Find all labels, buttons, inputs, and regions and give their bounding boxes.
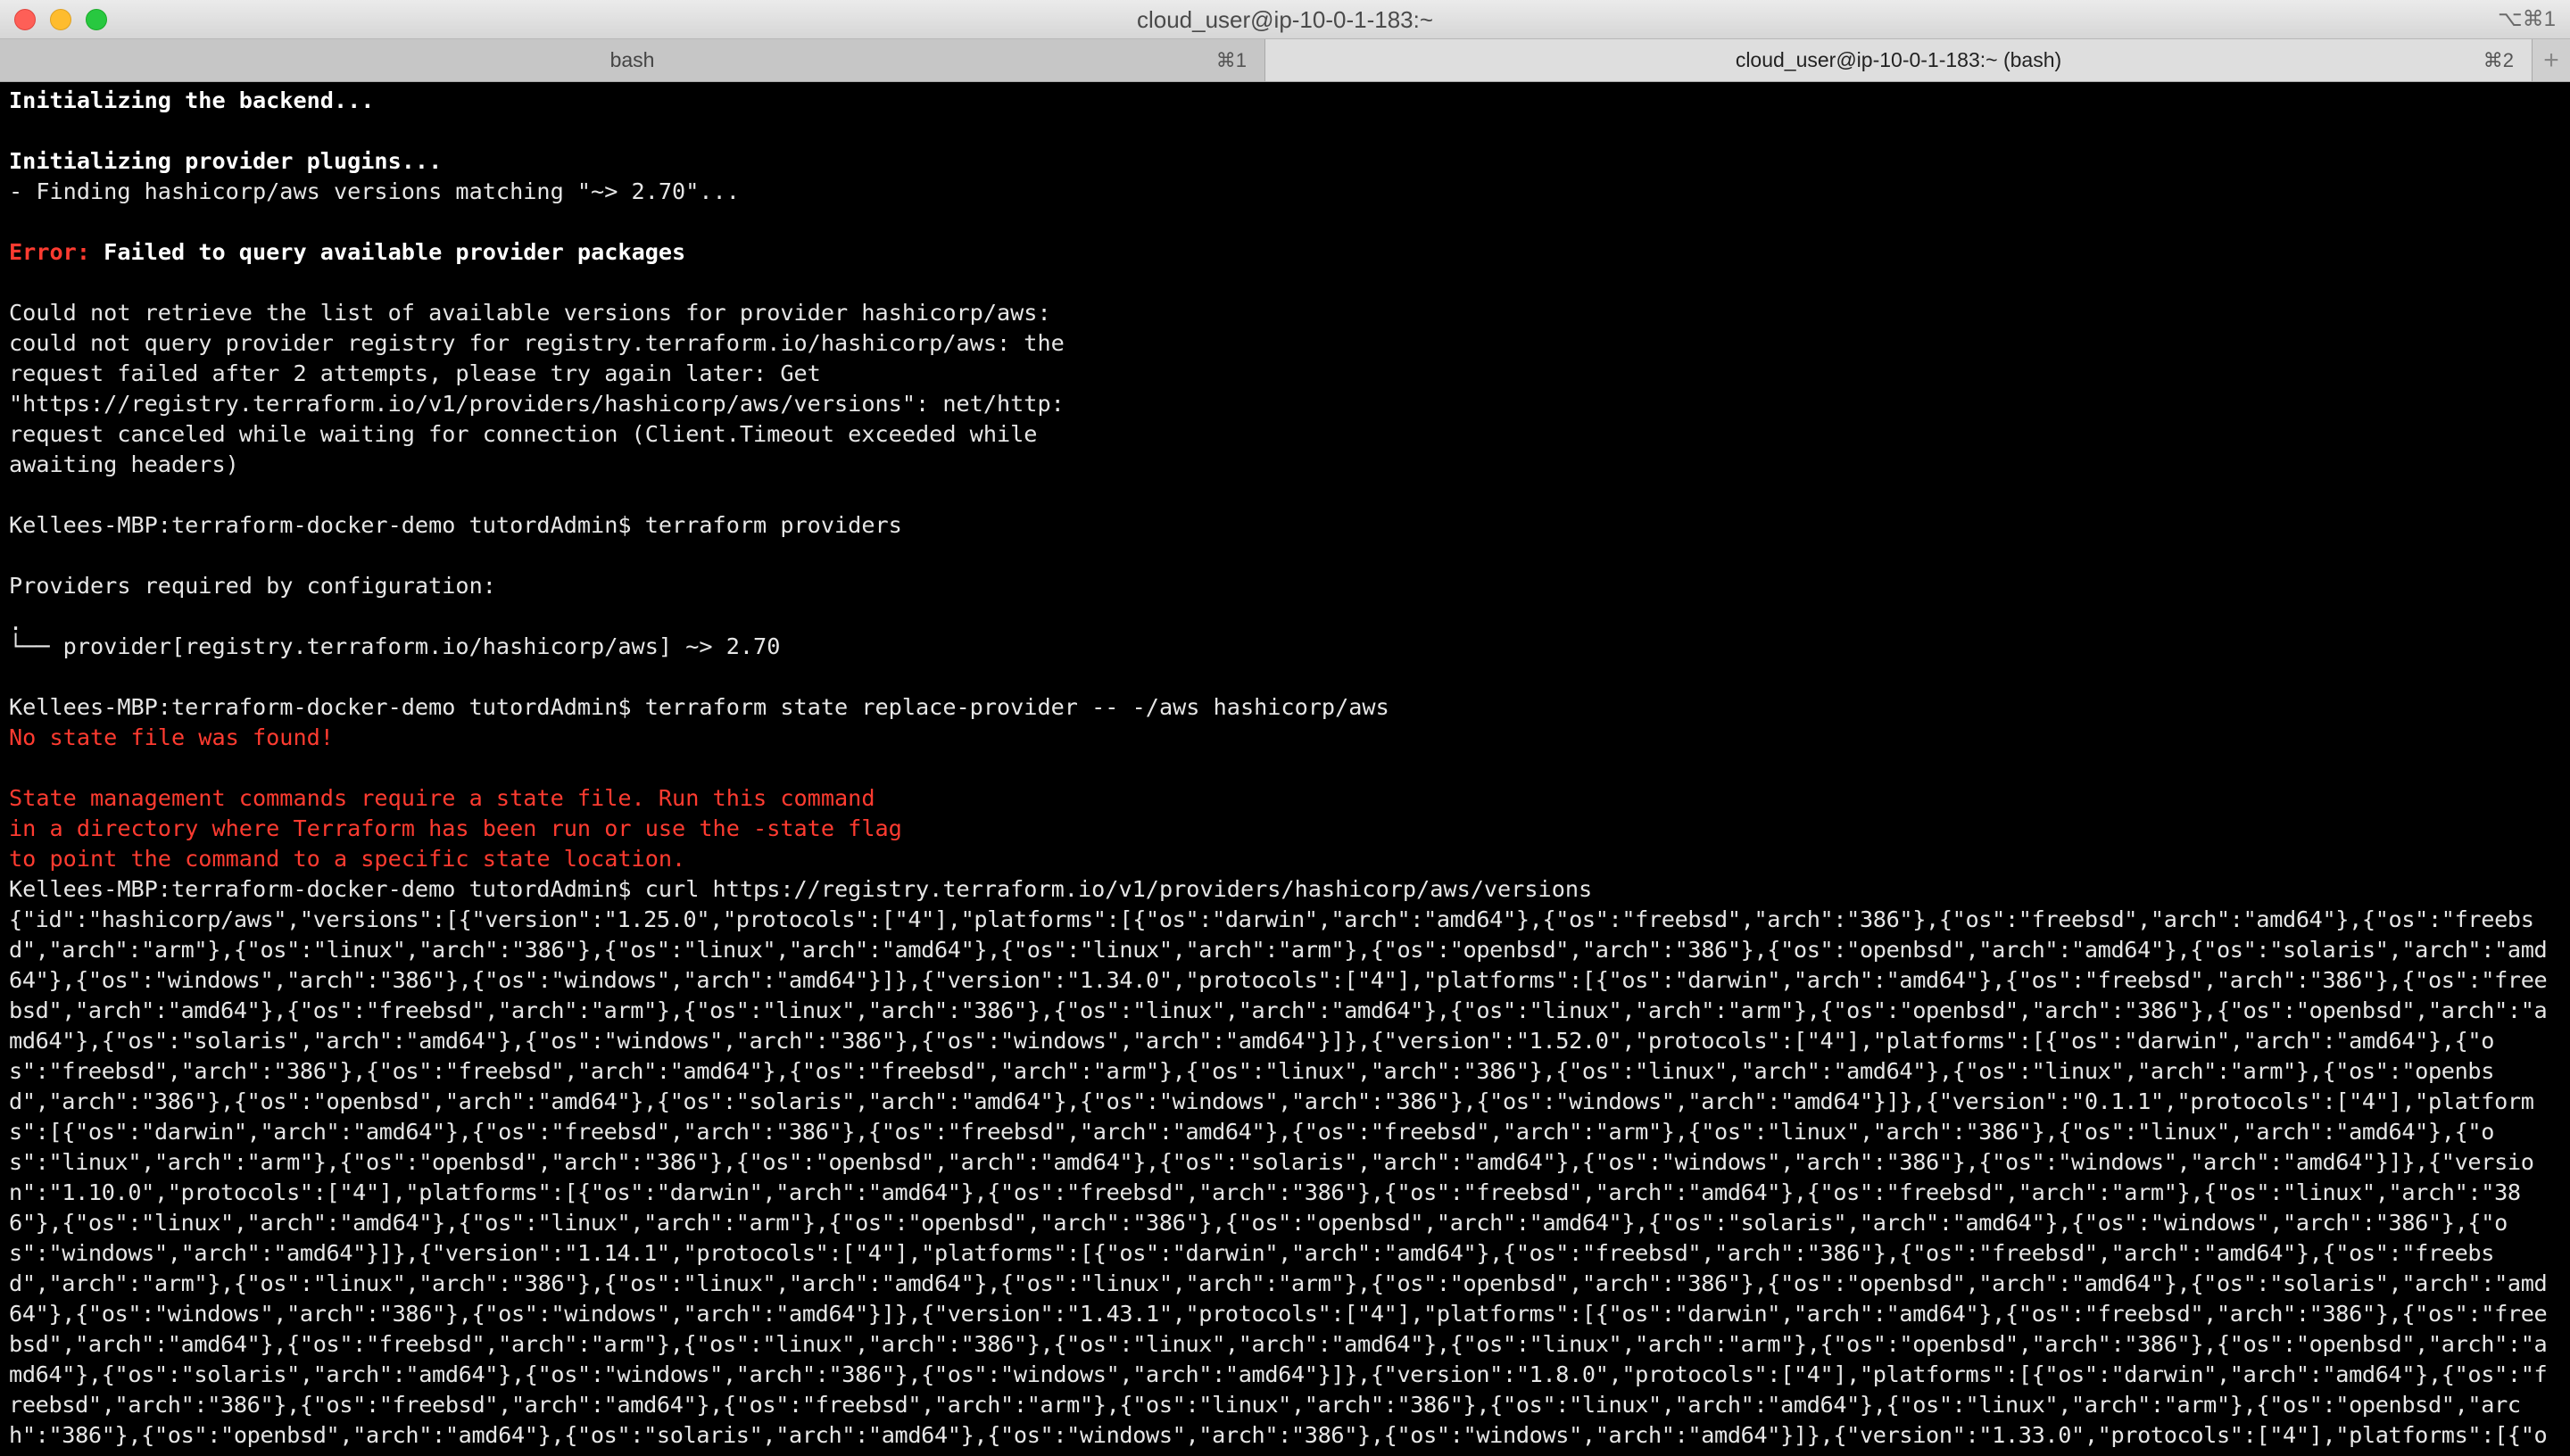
tab-bar: bash ⌘1 cloud_user@ip-10-0-1-183:~ (bash…	[0, 39, 2570, 82]
terminal-output[interactable]: Initializing the backend... Initializing…	[9, 86, 2561, 1456]
error-detail-line: could not query provider registry for re…	[9, 330, 1065, 356]
state-help-line: to point the command to a specific state…	[9, 846, 686, 872]
no-state-line: No state file was found!	[9, 724, 334, 750]
tab-bash[interactable]: bash ⌘1	[0, 39, 1265, 81]
state-help-line: State management commands require a stat…	[9, 785, 875, 811]
error-detail-line: request canceled while waiting for conne…	[9, 421, 1038, 447]
error-detail-line: Could not retrieve the list of available…	[9, 300, 1051, 326]
tree-root: .	[9, 614, 23, 632]
output-line: Initializing provider plugins...	[9, 148, 443, 174]
prompt-line: Kellees-MBP:terraform-docker-demo tutord…	[9, 512, 902, 538]
tab-label: cloud_user@ip-10-0-1-183:~ (bash)	[1735, 48, 2062, 71]
error-message: Failed to query available provider packa…	[90, 239, 686, 265]
window-shortcut: ⌥⌘1	[2497, 7, 2556, 31]
tab-label: bash	[609, 48, 655, 71]
prompt-line: Kellees-MBP:terraform-docker-demo tutord…	[9, 876, 1593, 902]
output-line: Initializing the backend...	[9, 87, 375, 113]
output-line: - Finding hashicorp/aws versions matchin…	[9, 178, 740, 204]
tab-cloud-user-bash[interactable]: cloud_user@ip-10-0-1-183:~ (bash) ⌘2	[1265, 39, 2533, 81]
prompt-line: Kellees-MBP:terraform-docker-demo tutord…	[9, 694, 1389, 720]
error-detail-line: "https://registry.terraform.io/v1/provid…	[9, 391, 1065, 417]
window-title: cloud_user@ip-10-0-1-183:~	[1136, 6, 1434, 33]
json-output: {"id":"hashicorp/aws","versions":[{"vers…	[9, 906, 2548, 1456]
error-detail-line: awaiting headers)	[9, 451, 239, 477]
state-help-line: in a directory where Terraform has been …	[9, 815, 902, 841]
error-detail-line: request failed after 2 attempts, please …	[9, 360, 821, 386]
tree-item: └── provider[registry.terraform.io/hashi…	[9, 633, 781, 659]
tab-shortcut: ⌘1	[1215, 49, 1247, 71]
window-titlebar[interactable]: cloud_user@ip-10-0-1-183:~ ⌥⌘1	[0, 0, 2570, 39]
new-tab-button[interactable]: +	[2533, 39, 2570, 81]
error-label: Error:	[9, 239, 90, 265]
tab-shortcut: ⌘2	[2483, 49, 2514, 71]
error-line: Error: Failed to query available provide…	[9, 237, 2561, 268]
output-line: Providers required by configuration:	[9, 573, 496, 599]
